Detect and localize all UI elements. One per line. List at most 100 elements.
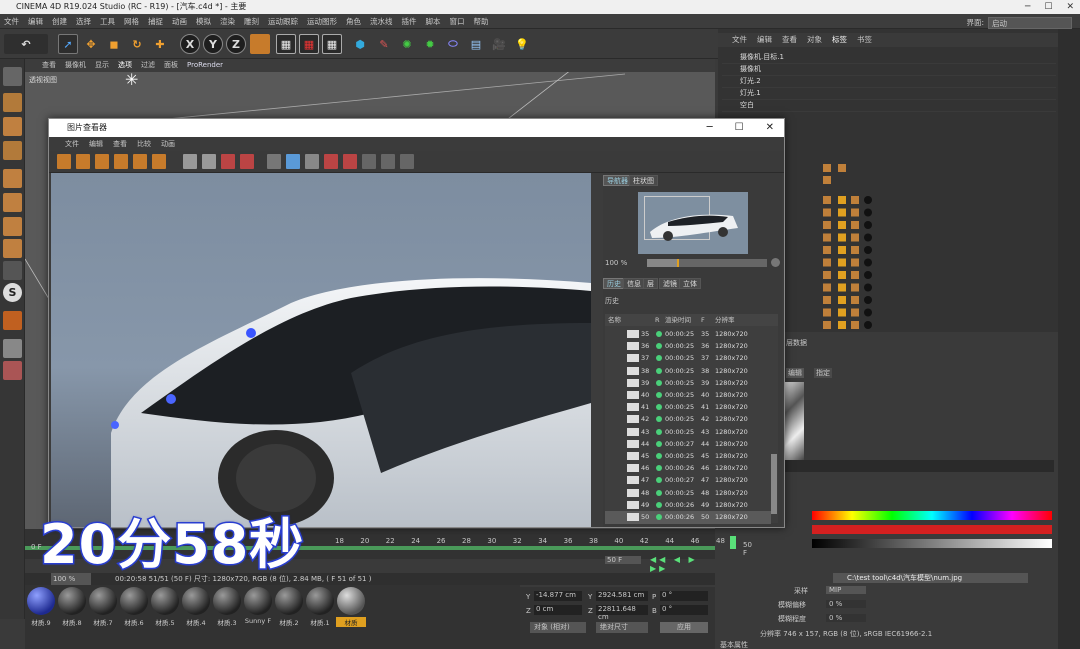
object-row[interactable]: 灯光.1 xyxy=(722,87,1056,100)
coordinate-system-button[interactable] xyxy=(250,34,270,54)
edges-mode-button[interactable] xyxy=(3,193,22,212)
size-mode-select[interactable]: 绝对尺寸 xyxy=(596,622,648,633)
menu-select[interactable]: 选择 xyxy=(76,14,91,28)
axis-mode-button[interactable] xyxy=(3,239,22,258)
pv-menu-edit[interactable]: 编辑 xyxy=(89,137,103,151)
make-editable-button[interactable] xyxy=(3,67,22,86)
timeline-playhead[interactable] xyxy=(730,536,736,549)
menu-motion-tracking[interactable]: 运动跟踪 xyxy=(268,14,298,28)
rotate-tool-button[interactable]: ↻ xyxy=(127,34,147,54)
object-tag-icon[interactable] xyxy=(838,196,846,204)
object-tag-icon[interactable] xyxy=(823,308,831,317)
lock-button[interactable] xyxy=(3,339,22,358)
object-row[interactable]: 摄像机.目标.1 xyxy=(722,51,1056,64)
move-tool-button[interactable]: ✥ xyxy=(81,34,101,54)
object-tag-icon[interactable] xyxy=(864,258,872,267)
pv-menu-view[interactable]: 查看 xyxy=(113,137,127,151)
navigator-tab[interactable]: 导航器 xyxy=(603,175,632,186)
history-row[interactable]: 36 00:00:25 36 1280x720 xyxy=(605,340,771,353)
object-tag-icon[interactable] xyxy=(838,283,846,292)
object-tag-icon[interactable] xyxy=(851,296,859,304)
history-row[interactable]: 46 00:00:26 46 1280x720 xyxy=(605,462,771,475)
pv-tool-button[interactable] xyxy=(305,154,319,169)
nav-zoom-slider[interactable] xyxy=(647,259,767,267)
object-tag-icon[interactable] xyxy=(851,233,859,242)
frame-field[interactable]: 50 F xyxy=(605,556,641,564)
object-tag-icon[interactable] xyxy=(864,296,872,304)
pv-tool-button[interactable] xyxy=(202,154,216,169)
vp-menu-panel[interactable]: 面板 xyxy=(164,59,178,72)
menu-create[interactable]: 创建 xyxy=(52,14,67,28)
stereo-tab[interactable]: 立体 xyxy=(679,278,701,289)
om-menu-file[interactable]: 文件 xyxy=(732,33,747,47)
maximize-icon[interactable]: ☐ xyxy=(1044,0,1052,14)
snap-button[interactable]: S xyxy=(3,283,22,302)
scale-tool-button[interactable]: ◼ xyxy=(104,34,124,54)
subdivision-button[interactable]: ✺ xyxy=(397,34,417,54)
filter-tab[interactable]: 滤镜 xyxy=(659,278,681,289)
object-tag-icon[interactable] xyxy=(864,308,872,317)
info-tab[interactable]: 信息 xyxy=(623,278,645,289)
select-tool-button[interactable]: ➚ xyxy=(58,34,78,54)
menu-sculpt[interactable]: 雕刻 xyxy=(244,14,259,28)
om-menu-bookmarks[interactable]: 书签 xyxy=(857,33,872,47)
object-tag-icon[interactable] xyxy=(851,258,859,267)
pv-tool-button[interactable] xyxy=(152,154,166,169)
menu-render[interactable]: 渲染 xyxy=(220,14,235,28)
history-row[interactable]: 45 00:00:25 45 1280x720 xyxy=(605,450,771,463)
minimize-icon[interactable]: ─ xyxy=(1025,0,1030,14)
y-position-input[interactable]: -14.877 cm xyxy=(534,591,582,601)
vp-menu-view[interactable]: 查看 xyxy=(42,59,56,72)
material-swatch[interactable] xyxy=(244,587,272,615)
object-tag-icon[interactable] xyxy=(864,233,872,242)
nav-zoom-handle[interactable] xyxy=(677,259,679,267)
pv-tool-button[interactable] xyxy=(362,154,376,169)
object-row[interactable]: 摄像机 xyxy=(722,63,1056,76)
object-tag-icon[interactable] xyxy=(823,258,831,267)
b-rotation-input[interactable]: 0 ° xyxy=(660,605,708,615)
menu-mesh[interactable]: 网格 xyxy=(124,14,139,28)
pv-tool-button[interactable] xyxy=(343,154,357,169)
material-swatch[interactable] xyxy=(58,587,86,615)
menu-tools[interactable]: 工具 xyxy=(100,14,115,28)
playback-controls[interactable]: ◀◀ ◀ ▶ ▶▶ xyxy=(650,555,715,573)
object-tag-icon[interactable] xyxy=(864,271,872,279)
history-tab[interactable]: 历史 xyxy=(603,278,625,289)
menu-window[interactable]: 窗口 xyxy=(450,14,465,28)
om-menu-tags[interactable]: 标签 xyxy=(832,33,847,47)
om-menu-view[interactable]: 查看 xyxy=(782,33,797,47)
menu-mograph[interactable]: 运动图形 xyxy=(307,14,337,28)
object-tag-icon[interactable] xyxy=(838,271,846,279)
object-tag-icon[interactable] xyxy=(823,196,831,204)
pv-menu-animation[interactable]: 动画 xyxy=(161,137,175,151)
histogram-tab[interactable]: 柱状图 xyxy=(629,175,658,186)
history-row[interactable]: 42 00:00:25 42 1280x720 xyxy=(605,413,771,426)
texture-path-field[interactable]: C:\test tool\c4d\汽车模型\num.jpg xyxy=(833,573,1028,583)
object-tag-icon[interactable] xyxy=(864,246,872,254)
object-tag-icon[interactable] xyxy=(838,221,846,229)
workplane-button[interactable] xyxy=(3,141,22,160)
z-position-input[interactable]: 0 cm xyxy=(534,605,582,615)
cube-button[interactable]: ⬢ xyxy=(350,34,370,54)
render-picture-viewer-button[interactable]: ▦ xyxy=(299,34,319,54)
pv-tool-button[interactable] xyxy=(183,154,197,169)
object-tag-icon[interactable] xyxy=(838,321,846,329)
object-tag-icon[interactable] xyxy=(864,283,872,292)
pv-tool-button[interactable] xyxy=(240,154,254,169)
layer-tab[interactable]: 层 xyxy=(643,278,658,289)
menu-character[interactable]: 角色 xyxy=(346,14,361,28)
pv-close-icon[interactable]: ✕ xyxy=(766,119,774,137)
object-tag-icon[interactable] xyxy=(851,196,859,204)
model-mode-button[interactable] xyxy=(3,93,22,112)
hue-gradient[interactable] xyxy=(812,511,1052,520)
menu-snap[interactable]: 捕捉 xyxy=(148,14,163,28)
object-tag-icon[interactable] xyxy=(851,271,859,279)
om-menu-edit[interactable]: 编辑 xyxy=(757,33,772,47)
pv-tool-button[interactable] xyxy=(267,154,281,169)
history-row[interactable]: 37 00:00:25 37 1280x720 xyxy=(605,352,771,365)
vp-menu-display[interactable]: 显示 xyxy=(95,59,109,72)
pv-tool-button[interactable] xyxy=(114,154,128,169)
menu-pipeline[interactable]: 流水线 xyxy=(370,14,393,28)
history-row[interactable]: 40 00:00:25 40 1280x720 xyxy=(605,389,771,402)
pv-tool-button[interactable] xyxy=(133,154,147,169)
